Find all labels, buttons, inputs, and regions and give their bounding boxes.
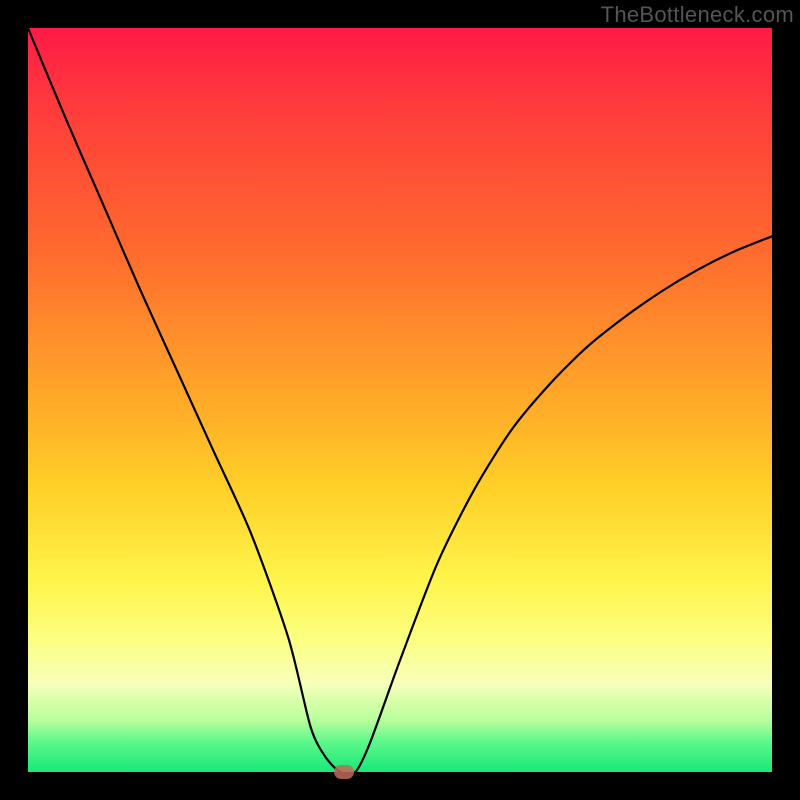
- chart-frame: TheBottleneck.com: [0, 0, 800, 800]
- optimal-point-marker: [334, 765, 354, 779]
- watermark-text: TheBottleneck.com: [601, 2, 794, 28]
- bottleneck-curve: [28, 28, 772, 772]
